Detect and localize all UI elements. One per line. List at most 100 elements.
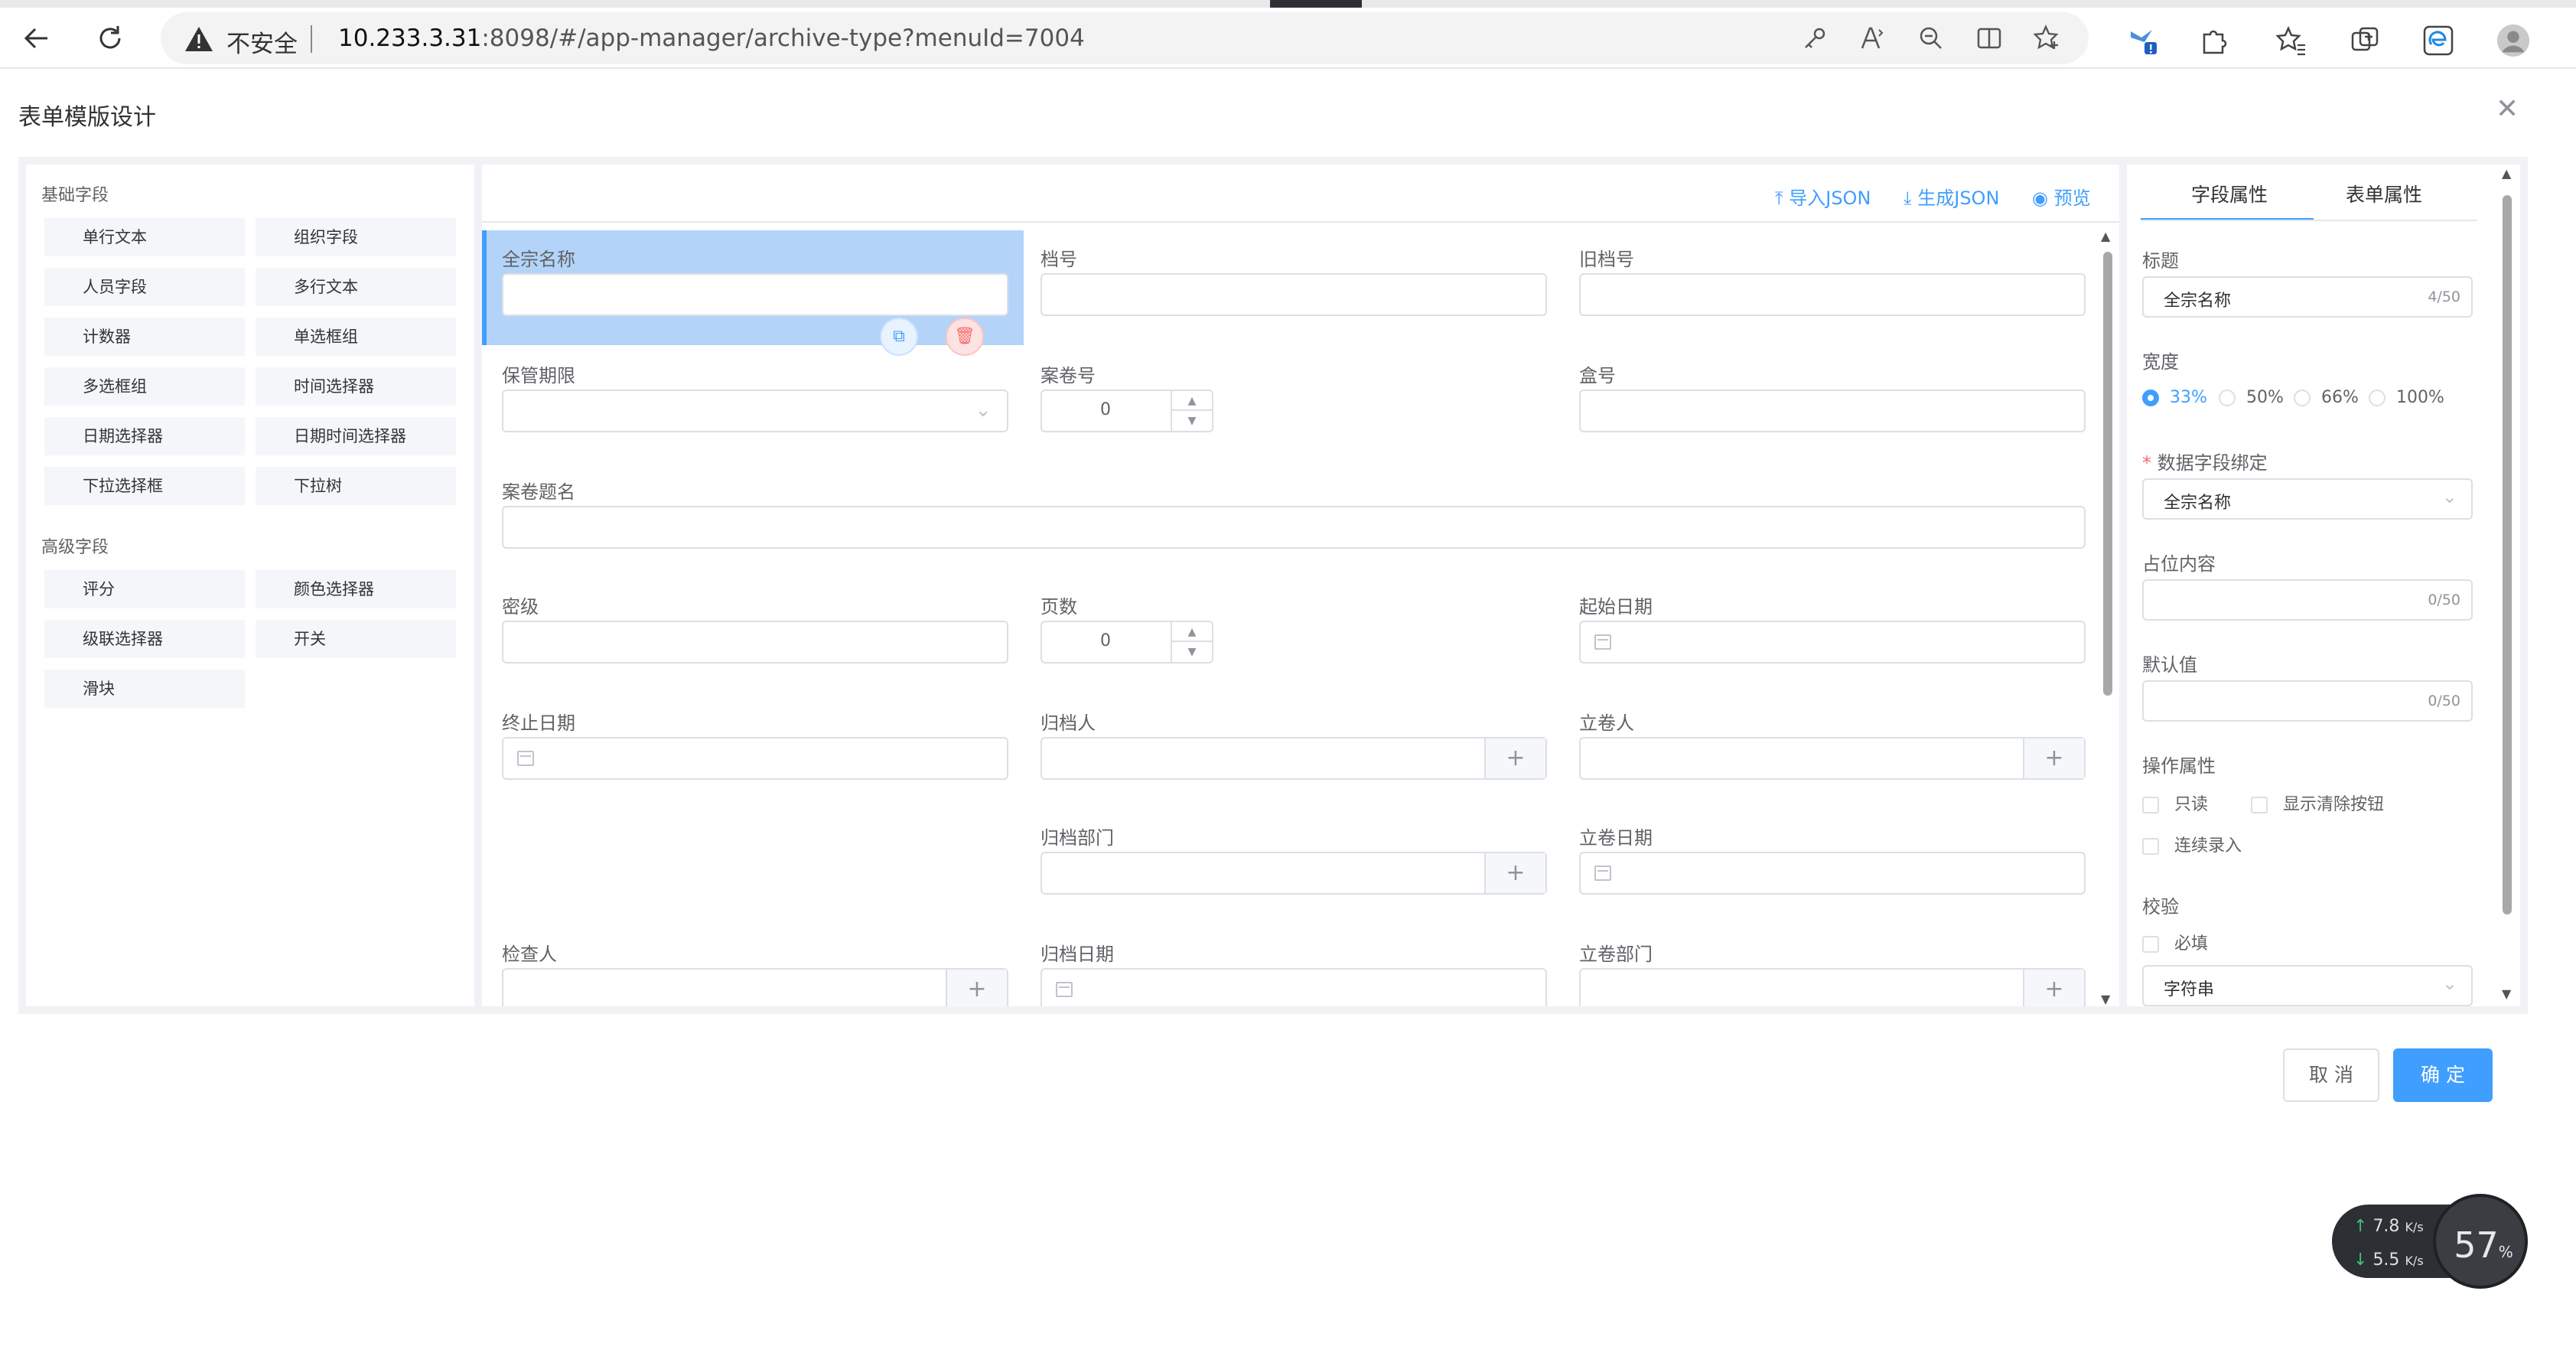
- required-checkbox[interactable]: 必填: [2142, 930, 2208, 954]
- baoguan-select[interactable]: ⌄: [502, 390, 1008, 432]
- palette-item[interactable]: 单选框组: [256, 318, 456, 356]
- width-radio-66[interactable]: 66%: [2294, 388, 2359, 407]
- active-tab-hint[interactable]: [1270, 0, 1362, 8]
- width-radio-100[interactable]: 100%: [2369, 388, 2444, 407]
- url-text[interactable]: 10.233.3.31:8098/#/app-manager/archive-t…: [338, 24, 1085, 52]
- generate-json-button[interactable]: ⤓ 生成JSON: [1904, 183, 1999, 210]
- calendar-icon: [1594, 634, 1611, 650]
- copy-field-icon[interactable]: ⧉: [880, 318, 918, 356]
- decrement-icon[interactable]: ▼: [1172, 411, 1212, 431]
- extensions-icon[interactable]: [2196, 23, 2231, 58]
- binding-select[interactable]: 全宗名称 ⌄: [2142, 478, 2473, 520]
- validate-type-value: 字符串: [2164, 980, 2215, 999]
- scrollbar-thumb[interactable]: [2503, 195, 2512, 914]
- miji-input[interactable]: [502, 621, 1008, 663]
- palette-item[interactable]: 日期时间选择器: [256, 417, 456, 455]
- delete-field-icon[interactable]: 🗑: [946, 318, 984, 356]
- favorites-icon[interactable]: [2274, 23, 2309, 58]
- tab-field-props[interactable]: 字段属性: [2191, 180, 2268, 207]
- hehao-input[interactable]: [1579, 390, 2086, 432]
- palette-item[interactable]: 颜色选择器: [256, 570, 456, 608]
- palette-item[interactable]: 级联选择器: [44, 620, 245, 658]
- yeshu-stepper[interactable]: 0 ▲ ▼: [1040, 621, 1213, 663]
- palette-item[interactable]: 人员字段: [44, 268, 245, 306]
- network-speed-widget[interactable]: ↑ 7.8 K/s ↓ 5.5 K/s 57%: [2332, 1194, 2532, 1289]
- continuous-checkbox[interactable]: 连续录入: [2142, 832, 2242, 856]
- scroll-up-icon[interactable]: ▲: [2101, 229, 2110, 243]
- address-bar[interactable]: 不安全 10.233.3.31:8098/#/app-manager/archi…: [161, 12, 2089, 64]
- add-icon[interactable]: +: [2023, 738, 2084, 778]
- split-screen-icon[interactable]: [1972, 21, 2006, 55]
- palette-item[interactable]: 下拉树: [256, 467, 456, 505]
- properties-scrollbar[interactable]: ▲ ▼: [2496, 165, 2519, 1006]
- palette-item[interactable]: 日期选择器: [44, 417, 245, 455]
- palette-item[interactable]: 时间选择器: [256, 367, 456, 406]
- import-json-button[interactable]: ⤒ 导入JSON: [1775, 183, 1871, 210]
- palette-item[interactable]: 多选框组: [44, 367, 245, 406]
- reload-icon[interactable]: [89, 17, 132, 60]
- scrollbar-thumb[interactable]: [2103, 252, 2112, 696]
- collections-icon[interactable]: [2347, 23, 2382, 58]
- palette-item[interactable]: 下拉选择框: [44, 467, 245, 505]
- add-icon[interactable]: +: [1484, 738, 1545, 778]
- guidang-date-input[interactable]: [1040, 968, 1547, 1006]
- qishi-date-input[interactable]: [1579, 621, 2086, 663]
- warning-icon[interactable]: [184, 25, 214, 56]
- scroll-down-icon[interactable]: ▼: [2502, 986, 2511, 1001]
- anjuan-title-input[interactable]: [502, 506, 2086, 549]
- confirm-button[interactable]: 确 定: [2393, 1048, 2493, 1102]
- jiudanghao-input[interactable]: [1579, 273, 2086, 316]
- scroll-down-icon[interactable]: ▼: [2101, 992, 2110, 1006]
- tab-form-props[interactable]: 表单属性: [2346, 180, 2422, 207]
- back-icon[interactable]: [15, 17, 58, 60]
- validate-type-select[interactable]: 字符串 ⌄: [2142, 965, 2473, 1006]
- palette-item[interactable]: 组织字段: [256, 218, 456, 256]
- lijuan-dept-input[interactable]: +: [1579, 968, 2086, 1006]
- avatar[interactable]: [2496, 23, 2531, 58]
- add-icon[interactable]: +: [2023, 970, 2084, 1006]
- read-aloud-icon[interactable]: [1856, 21, 1890, 55]
- edge-icon[interactable]: [2421, 23, 2456, 58]
- palette-item[interactable]: 计数器: [44, 318, 245, 356]
- extension-badge-icon[interactable]: [2125, 23, 2161, 58]
- palette-item[interactable]: 滑块: [44, 670, 245, 708]
- palette-item[interactable]: 开关: [256, 620, 456, 658]
- title-input[interactable]: 全宗名称 4/50: [2142, 276, 2473, 318]
- increment-icon[interactable]: ▲: [1172, 622, 1212, 642]
- placeholder-input[interactable]: 0/50: [2142, 579, 2473, 621]
- danghao-input[interactable]: [1040, 273, 1547, 316]
- field-label: 密级: [502, 596, 539, 618]
- anjuanhao-stepper[interactable]: 0 ▲ ▼: [1040, 390, 1213, 432]
- guidang-dept-input[interactable]: +: [1040, 852, 1547, 895]
- width-radio-50[interactable]: 50%: [2219, 388, 2284, 407]
- clearable-checkbox[interactable]: 显示清除按钮: [2251, 791, 2384, 815]
- eye-icon: ◉: [2032, 187, 2054, 209]
- scroll-up-icon[interactable]: ▲: [2502, 166, 2511, 181]
- add-icon[interactable]: +: [946, 970, 1007, 1006]
- add-favorite-icon[interactable]: [2031, 21, 2064, 55]
- lijuan-date-input[interactable]: [1579, 852, 2086, 895]
- palette-item[interactable]: 多行文本: [256, 268, 456, 306]
- default-input[interactable]: 0/50: [2142, 680, 2473, 722]
- zhongzhi-date-input[interactable]: [502, 737, 1008, 780]
- stepper-value: 0: [1100, 400, 1111, 419]
- canvas-scrollbar[interactable]: ▲ ▼: [2096, 229, 2119, 1006]
- lijuanren-input[interactable]: +: [1579, 737, 2086, 780]
- zoom-out-icon[interactable]: [1914, 21, 1948, 55]
- security-label[interactable]: 不安全: [226, 24, 298, 59]
- palette-item[interactable]: 单行文本: [44, 218, 245, 256]
- quanzong-input[interactable]: [502, 273, 1008, 316]
- jianchaaren-input[interactable]: +: [502, 968, 1008, 1006]
- add-icon[interactable]: +: [1484, 853, 1545, 893]
- width-radio-33[interactable]: 33%: [2142, 388, 2207, 407]
- close-icon[interactable]: ✕: [2496, 93, 2519, 125]
- guidangren-input[interactable]: +: [1040, 737, 1547, 780]
- palette-item[interactable]: 评分: [44, 570, 245, 608]
- preview-button[interactable]: ◉ 预览: [2032, 183, 2091, 210]
- cancel-button[interactable]: 取 消: [2283, 1048, 2379, 1102]
- key-icon[interactable]: [1798, 21, 1832, 55]
- increment-icon[interactable]: ▲: [1172, 391, 1212, 411]
- readonly-checkbox[interactable]: 只读: [2142, 791, 2208, 815]
- form-canvas: ⤒ 导入JSON ⤓ 生成JSON ◉ 预览 ⧉ 🗑 全宗名称 档号 旧档号 保…: [482, 165, 2119, 1006]
- decrement-icon[interactable]: ▼: [1172, 642, 1212, 662]
